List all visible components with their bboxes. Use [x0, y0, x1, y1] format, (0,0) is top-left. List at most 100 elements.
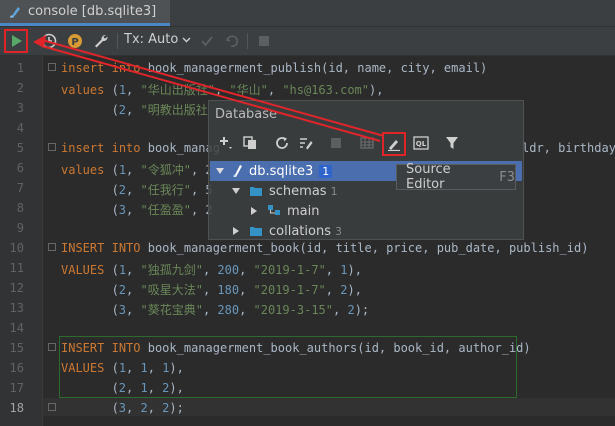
sql-console-icon	[10, 6, 20, 18]
tooltip-shortcut: F3	[499, 169, 515, 185]
refresh-button[interactable]	[272, 133, 292, 153]
query-console-button[interactable]: QL	[411, 133, 431, 153]
chevron-down-icon	[232, 188, 240, 194]
tree-item-collations[interactable]: collations 3	[231, 221, 342, 241]
tree-item-schemas[interactable]: schemas 1	[231, 181, 338, 201]
line-number: 16	[9, 361, 24, 375]
line-number: 3	[16, 101, 24, 115]
code-line[interactable]: values (1, "华山出版社", "华山", "hs@163.com"),	[61, 81, 383, 98]
stop-button[interactable]	[326, 133, 346, 153]
plus-icon	[220, 137, 232, 149]
table-icon	[360, 137, 374, 149]
pencil-icon	[388, 140, 400, 151]
line-number-current: 18	[9, 401, 24, 415]
copy-icon	[243, 136, 256, 149]
database-name: db.sqlite3	[249, 163, 314, 179]
chevron-down-icon	[182, 37, 191, 43]
rollback-button[interactable]	[221, 30, 243, 52]
stop-button[interactable]	[253, 30, 275, 52]
code-line[interactable]: INSERT INTO book_managerment_book(id, ti…	[61, 241, 588, 255]
code-line[interactable]: INSERT INTO book_managerment_book_author…	[61, 341, 531, 355]
transaction-mode-label: Tx: Auto	[124, 32, 179, 47]
code-line[interactable]: insert into book_managerment_publish(id,…	[61, 61, 487, 75]
code-line[interactable]: (3, "葵花宝典", 280, "2019-3-15", 2);	[61, 301, 370, 318]
code-line[interactable]: VALUES (1, "独孤九剑", 200, "2019-1-7", 1),	[61, 261, 362, 278]
code-line[interactable]: (2, "任我行", 5	[61, 181, 213, 198]
code-line[interactable]: (2, 1, 2),	[61, 381, 184, 395]
tab-bar: console [db.sqlite3]	[0, 0, 615, 27]
sqlite-icon	[233, 165, 242, 177]
tab-console[interactable]: console [db.sqlite3]	[0, 0, 170, 26]
wrench-list-icon	[300, 138, 313, 150]
source-editor-tooltip: Source Editor F3	[396, 162, 516, 192]
code-line[interactable]: (2, "吸星大法", 180, "2019-1-7", 2),	[61, 281, 362, 298]
check-icon	[201, 36, 213, 47]
source-editor-button[interactable]	[382, 132, 406, 156]
history-button[interactable]	[38, 30, 60, 52]
transaction-mode-dropdown[interactable]: Tx: Auto	[124, 32, 191, 47]
main-label: main	[287, 203, 320, 219]
table-editor-button[interactable]	[357, 133, 377, 153]
tree-item-main[interactable]: main	[249, 201, 319, 221]
line-number: 12	[9, 281, 24, 295]
fold-marker-icon[interactable]	[48, 343, 56, 351]
svg-text:P: P	[71, 37, 78, 48]
line-number: 2	[16, 81, 24, 95]
code-line[interactable]: (2, "明教出版社	[61, 101, 208, 118]
execute-button[interactable]	[4, 29, 28, 53]
parameter-p-icon: P	[68, 34, 82, 48]
line-number-gutter: 1 2 3 4 5 6 7 8 9 10 11 12 13 14 15 16 1…	[0, 56, 43, 426]
play-icon	[12, 35, 22, 47]
folder-icon	[250, 187, 262, 196]
clock-icon	[41, 33, 57, 49]
code-line[interactable]: VALUES (1, 1, 1),	[61, 361, 184, 375]
stop-icon	[259, 36, 269, 46]
line-number: 7	[16, 181, 24, 195]
code-line[interactable]: (3, "任盈盈", 2	[61, 201, 213, 218]
line-number: 17	[9, 381, 24, 395]
database-badge: 1	[319, 164, 333, 178]
toolbar-divider	[117, 33, 118, 49]
line-number: 15	[9, 341, 24, 355]
settings-button[interactable]	[90, 30, 112, 52]
line-number: 9	[16, 221, 24, 235]
commit-button[interactable]	[196, 30, 218, 52]
code-line-current[interactable]: (3, 2, 2);	[61, 401, 184, 415]
line-number: 10	[9, 241, 24, 255]
filter-icon	[446, 137, 458, 149]
fold-marker-icon[interactable]	[48, 63, 56, 71]
editor-toolbar: P Tx: Auto	[0, 27, 615, 56]
fold-marker-icon[interactable]	[48, 143, 56, 151]
line-number: 8	[16, 201, 24, 215]
filter-button[interactable]	[442, 133, 462, 153]
code-line-overflow[interactable]: ldr, birthday)	[522, 141, 615, 155]
code-line[interactable]: insert into book_manag	[61, 141, 220, 155]
chevron-down-icon	[216, 168, 224, 174]
tooltip-label: Source Editor	[406, 162, 451, 192]
wrench-icon	[95, 34, 108, 48]
line-number: 11	[9, 261, 24, 275]
folder-icon	[250, 227, 262, 236]
fold-marker-icon[interactable]	[48, 403, 56, 411]
properties-button[interactable]	[296, 133, 316, 153]
schemas-count: 1	[330, 184, 338, 198]
chevron-right-icon	[251, 207, 257, 215]
chevron-right-icon	[233, 227, 239, 235]
stop-icon	[331, 138, 341, 148]
add-datasource-button[interactable]	[216, 133, 236, 153]
tab-label: console [db.sqlite3]	[28, 4, 157, 19]
popup-title: Database	[215, 107, 278, 122]
line-number: 6	[16, 161, 24, 175]
collations-count: 3	[334, 224, 342, 238]
fold-marker-icon[interactable]	[48, 243, 56, 251]
code-line[interactable]: values (1, "令狐冲", 2	[61, 161, 213, 178]
duplicate-button[interactable]	[240, 133, 260, 153]
parameters-button[interactable]: P	[64, 30, 86, 52]
schema-icon	[268, 205, 280, 215]
line-number: 4	[16, 121, 24, 135]
tree-item-database[interactable]: db.sqlite3 1	[215, 161, 333, 181]
line-number: 1	[16, 61, 24, 75]
toolbar-divider	[247, 33, 248, 49]
line-number: 5	[16, 141, 24, 155]
refresh-icon	[276, 137, 288, 149]
